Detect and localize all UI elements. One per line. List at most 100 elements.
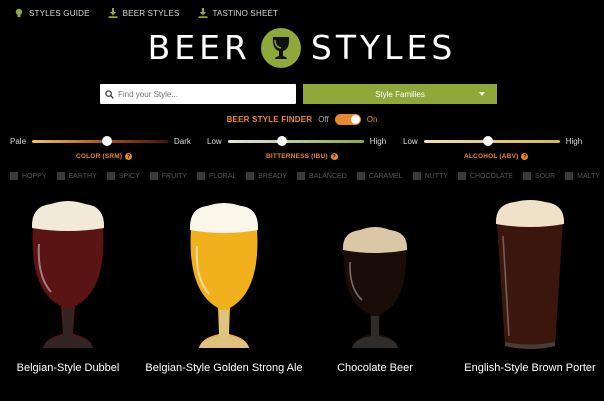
alcohol-slider-row: Low High xyxy=(403,136,583,146)
site-logo: BEER STYLES xyxy=(0,28,604,68)
flavor-malty[interactable]: MALTY xyxy=(565,172,600,180)
color-slider-thumb[interactable] xyxy=(101,136,112,146)
checkbox[interactable] xyxy=(565,172,574,180)
flavor-label: FLORAL xyxy=(209,172,237,180)
checkbox[interactable] xyxy=(197,172,206,180)
flavor-sour[interactable]: SOUR xyxy=(522,172,556,180)
beer-glass-icon xyxy=(260,28,301,68)
color-max-label: Dark xyxy=(174,137,191,146)
style-finder-row: BEER STYLE FINDER Off On xyxy=(0,114,604,125)
color-slider-title: COLOR (SRM) ? xyxy=(76,153,133,160)
flavor-label: BALANCED xyxy=(309,172,347,180)
tasting-sheet-label: TASTINO SHEET xyxy=(212,8,279,18)
flavor-label: SPICY xyxy=(118,172,140,180)
flavor-label: CHOCOLATE xyxy=(469,172,513,180)
checkbox[interactable] xyxy=(106,172,115,180)
help-icon[interactable]: ? xyxy=(330,153,338,160)
alcohol-slider-track[interactable] xyxy=(423,136,560,146)
bitterness-max-label: High xyxy=(369,137,387,146)
flavor-nutty[interactable]: NUTTY xyxy=(412,172,448,180)
alcohol-slider-thumb[interactable] xyxy=(482,136,493,146)
flavor-fruity[interactable]: FRUITY xyxy=(149,172,188,180)
flavor-hoppy[interactable]: HOPPY xyxy=(10,172,47,180)
flavor-label: MALTY xyxy=(577,172,600,180)
bitterness-slider-track[interactable] xyxy=(227,136,364,146)
bitterness-min-label: Low xyxy=(207,137,222,146)
flavor-chocolate[interactable]: CHOCOLATE xyxy=(457,172,513,180)
help-icon[interactable]: ? xyxy=(125,153,133,160)
bitterness-slider-row: Low High xyxy=(207,136,387,146)
help-icon[interactable]: ? xyxy=(521,153,529,160)
beer-card-chocolate[interactable]: Chocolate Beer xyxy=(320,196,430,375)
logo-word-left: BEER xyxy=(147,28,251,67)
alcohol-title-text: ALCOHOL (ABV) xyxy=(464,153,519,160)
alcohol-min-label: Low xyxy=(403,137,418,146)
golden-strong-glass-image xyxy=(189,203,259,348)
flavor-label: FRUITY xyxy=(161,172,188,180)
beer-results: Belgian-Style Dubbel Belgian-Style Golde… xyxy=(0,196,604,401)
beer-name: Belgian-Style Golden Strong Ale xyxy=(145,362,303,374)
flavor-label: EARTHY xyxy=(68,172,97,180)
color-slider-row: Pale Dark xyxy=(10,136,191,146)
flavor-earthy[interactable]: EARTHY xyxy=(56,172,97,180)
download-icon xyxy=(198,8,208,18)
download-icon xyxy=(108,8,118,18)
toggle-knob xyxy=(350,115,360,124)
checkbox[interactable] xyxy=(246,172,255,180)
finder-on-label: On xyxy=(366,115,378,124)
beer-styles-download-link[interactable]: BEER STYLES xyxy=(108,8,180,18)
bitterness-title-text: BITTERNESS (IBU) xyxy=(266,153,328,160)
dubbel-glass-image xyxy=(31,201,105,348)
checkbox[interactable] xyxy=(356,172,365,180)
beer-card-golden-strong[interactable]: Belgian-Style Golden Strong Ale xyxy=(144,196,304,375)
flavor-bready[interactable]: BREADY xyxy=(246,172,287,180)
beer-name: Chocolate Beer xyxy=(337,362,413,374)
chocolate-glass-image xyxy=(342,227,408,348)
alcohol-max-label: High xyxy=(565,137,583,146)
styles-guide-label: STYLES GUIDE xyxy=(29,8,90,18)
alcohol-slider-title: ALCOHOL (ABV) ? xyxy=(464,153,529,160)
search-box xyxy=(100,84,296,104)
flavor-floral[interactable]: FLORAL xyxy=(197,172,236,180)
style-finder-label: BEER STYLE FINDER xyxy=(226,115,313,124)
beer-name: Belgian-Style Dubbel xyxy=(16,362,120,374)
flavor-label: NUTTY xyxy=(424,172,448,180)
checkbox[interactable] xyxy=(412,172,421,180)
color-title-text: COLOR (SRM) xyxy=(76,153,123,160)
style-families-dropdown[interactable]: Style Families xyxy=(303,84,497,104)
style-families-label: Style Families xyxy=(375,89,425,99)
top-nav: STYLES GUIDE BEER STYLES TASTINO SHEET xyxy=(14,8,278,18)
search-input[interactable] xyxy=(114,89,284,99)
tasting-sheet-download-link[interactable]: TASTINO SHEET xyxy=(198,8,279,18)
search-icon xyxy=(105,89,114,99)
finder-off-label: Off xyxy=(318,115,329,124)
styles-guide-link[interactable]: STYLES GUIDE xyxy=(14,8,90,18)
brown-porter-glass-image xyxy=(495,200,565,349)
beer-card-brown-porter[interactable]: English-Style Brown Porter xyxy=(456,196,604,375)
flavor-spicy[interactable]: SPICY xyxy=(106,172,140,180)
beer-name: English-Style Brown Porter xyxy=(464,362,596,374)
checkbox[interactable] xyxy=(10,172,18,180)
beer-styles-label: BEER STYLES xyxy=(122,8,180,18)
flavor-caramel[interactable]: CARAMEL xyxy=(356,172,403,180)
flavor-filters: HOPPY EARTHY SPICY FRUITY FLORAL BREADY … xyxy=(10,172,600,180)
logo-word-right: STYLES xyxy=(310,28,457,67)
bitterness-slider-title: BITTERNESS (IBU) ? xyxy=(266,153,338,160)
flavor-balanced[interactable]: BALANCED xyxy=(297,172,347,180)
color-slider-track[interactable] xyxy=(32,136,169,146)
checkbox[interactable] xyxy=(297,172,306,180)
flavor-label: HOPPY xyxy=(22,172,47,180)
checkbox[interactable] xyxy=(149,172,158,180)
style-finder-toggle[interactable] xyxy=(334,114,361,125)
beer-card-dubbel[interactable]: Belgian-Style Dubbel xyxy=(0,196,136,375)
checkbox[interactable] xyxy=(56,172,65,180)
checkbox[interactable] xyxy=(522,172,531,180)
color-min-label: Pale xyxy=(10,137,27,146)
flavor-label: CARAMEL xyxy=(368,172,403,180)
flavor-label: SOUR xyxy=(534,172,556,180)
checkbox[interactable] xyxy=(457,172,466,180)
lightbulb-icon xyxy=(15,8,23,18)
bitterness-slider-thumb[interactable] xyxy=(277,136,288,146)
flavor-label: BREADY xyxy=(258,172,288,180)
chevron-down-icon xyxy=(479,92,485,96)
